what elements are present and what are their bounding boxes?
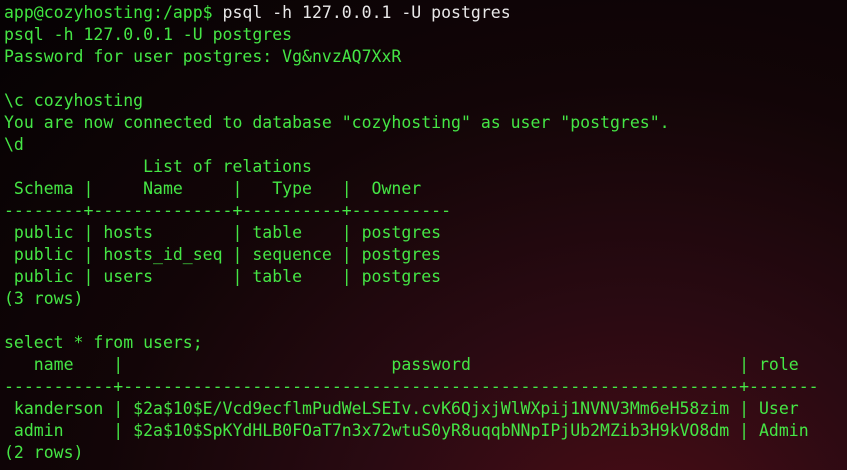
table-separator: -----------+----------------------------… (4, 377, 819, 396)
output-line: psql -h 127.0.0.1 -U postgres (4, 25, 293, 44)
output-line: Password for user postgres: Vg&nvzAQ7XxR (4, 47, 402, 66)
output-line: You are now connected to database "cozyh… (4, 113, 670, 132)
table-header: name | password | role (4, 355, 799, 374)
sql-command: select * from users; (4, 333, 203, 352)
output-line: \d (4, 135, 24, 154)
terminal-window[interactable]: app@cozyhosting:/app$ psql -h 127.0.0.1 … (0, 0, 847, 470)
first-command: psql -h 127.0.0.1 -U postgres (212, 3, 511, 22)
output-line: \c cozyhosting (4, 91, 144, 110)
table-row: public | users | table | postgres (4, 267, 442, 286)
output-line: List of relations (4, 157, 312, 176)
table-row: public | hosts | table | postgres (4, 223, 442, 242)
shell-prompt: app@cozyhosting:/app$ (4, 3, 213, 22)
table-row: kanderson | $2a$10$E/Vcd9ecflmPudWeLSEIv… (4, 399, 799, 418)
table-row: public | hosts_id_seq | sequence | postg… (4, 245, 442, 264)
table-row: admin | $2a$10$SpKYdHLB0FOaT7n3x72wtuS0y… (4, 421, 809, 440)
prompt-line: app@cozyhosting:/app$ psql -h 127.0.0.1 … (4, 2, 847, 24)
row-count: (2 rows) (4, 443, 84, 462)
table-separator: --------+--------------+----------+-----… (4, 201, 452, 220)
row-count: (3 rows) (4, 289, 84, 308)
table-header: Schema | Name | Type | Owner (4, 179, 422, 198)
